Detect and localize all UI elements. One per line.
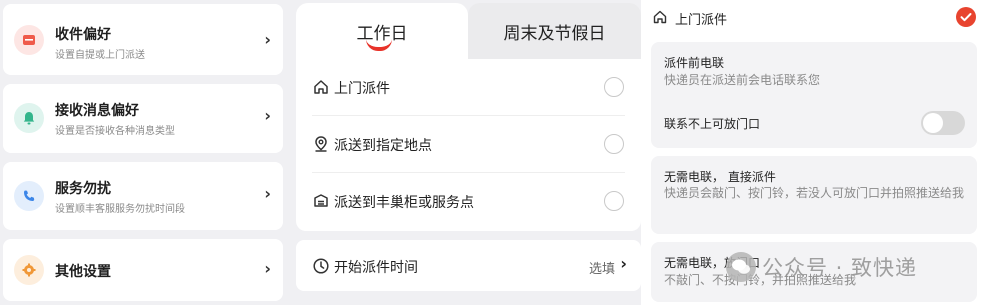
tab-weekend-holiday[interactable]: 周末及节假日 (468, 3, 641, 59)
leave-at-door-toggle[interactable] (921, 111, 965, 135)
watermark: 公众号 · 致快递 (726, 250, 917, 284)
option-description: 快递员在派送前会电话联系您 (664, 73, 821, 87)
menu-item-other-settings[interactable]: 其他设置 › (3, 239, 283, 301)
option-title: 派件前电联 (664, 56, 725, 70)
menu-item-do-not-disturb[interactable]: 服务勿扰 设置顺丰客服服务勿扰时间段 › (3, 162, 283, 230)
bell-icon (14, 103, 44, 133)
package-icon (14, 25, 44, 55)
option-locker-service-point[interactable]: 派送到丰巢柜或服务点 (296, 173, 641, 230)
delivery-start-time-row[interactable]: 开始派件时间 选填 › (296, 240, 641, 291)
option-label: 上门派件 (334, 81, 390, 97)
chevron-right-icon: › (264, 259, 271, 278)
menu-item-title: 收件偏好 (55, 27, 111, 43)
menu-item-title: 服务勿扰 (55, 181, 111, 197)
option-label: 派送到丰巢柜或服务点 (334, 195, 474, 211)
option-no-call-direct-delivery[interactable]: 无需电联， 直接派件 快递员会敲门、按门铃，若没人可放门口并拍照推送给我 (651, 156, 977, 234)
tab-workday[interactable]: 工作日 (296, 3, 468, 59)
delivery-options-list: 上门派件 派送到指定地点 派送到丰巢柜或服务点 (296, 59, 641, 231)
home-icon (314, 80, 328, 94)
chevron-right-icon: › (620, 254, 627, 273)
gear-icon (14, 255, 44, 285)
menu-item-title: 接收消息偏好 (55, 103, 139, 119)
option-title: 无需电联， 直接派件 (664, 170, 776, 184)
menu-item-title: 其他设置 (55, 264, 111, 280)
chevron-right-icon: › (264, 106, 271, 125)
chevron-right-icon: › (264, 184, 271, 203)
time-select-value[interactable]: 选填 (589, 258, 615, 277)
watermark-text: 公众号 · 致快递 (762, 256, 918, 280)
panel-title: 上门派件 (675, 13, 728, 28)
toggle-knob (923, 113, 943, 133)
chevron-right-icon: › (264, 30, 271, 49)
option-radio[interactable] (604, 77, 624, 97)
option-home-delivery[interactable]: 上门派件 (296, 59, 641, 116)
delivery-method-panel: 周末及节假日 工作日 上门派件 派送到指定地点 派送到丰巢柜或服务点 开始派件时… (296, 0, 641, 305)
option-label: 派送到指定地点 (334, 138, 432, 154)
menu-item-message-preference[interactable]: 接收消息偏好 设置是否接收各种消息类型 › (3, 84, 283, 153)
option-description: 快递员会敲门、按门铃，若没人可放门口并拍照推送给我 (664, 186, 965, 200)
locker-icon (314, 194, 328, 207)
home-icon (653, 10, 667, 24)
option-radio[interactable] (604, 134, 624, 154)
active-tab-indicator (366, 39, 392, 51)
time-row-label: 开始派件时间 (334, 260, 418, 276)
menu-item-receive-preference[interactable]: 收件偏好 设置自提或上门派送 › (3, 4, 283, 75)
toggle-label: 联系不上可放门口 (664, 117, 761, 131)
check-icon[interactable] (956, 7, 976, 27)
clock-icon (313, 258, 329, 274)
location-pin-icon (315, 136, 327, 152)
menu-item-subtitle: 设置顺丰客服服务勿扰时间段 (55, 204, 185, 215)
day-type-tabs: 周末及节假日 工作日 (296, 3, 641, 59)
phone-icon (14, 181, 44, 211)
option-radio[interactable] (604, 191, 624, 211)
menu-item-subtitle: 设置是否接收各种消息类型 (55, 126, 175, 137)
preferences-menu: 收件偏好 设置自提或上门派送 › 接收消息偏好 设置是否接收各种消息类型 › 服… (0, 0, 286, 305)
option-designated-place[interactable]: 派送到指定地点 (296, 116, 641, 173)
wechat-logo-icon (726, 252, 756, 282)
tab-label: 周末及节假日 (503, 24, 606, 44)
menu-item-subtitle: 设置自提或上门派送 (55, 50, 145, 61)
option-call-before-delivery[interactable]: 派件前电联 快递员在派送前会电话联系您 联系不上可放门口 (651, 42, 977, 148)
